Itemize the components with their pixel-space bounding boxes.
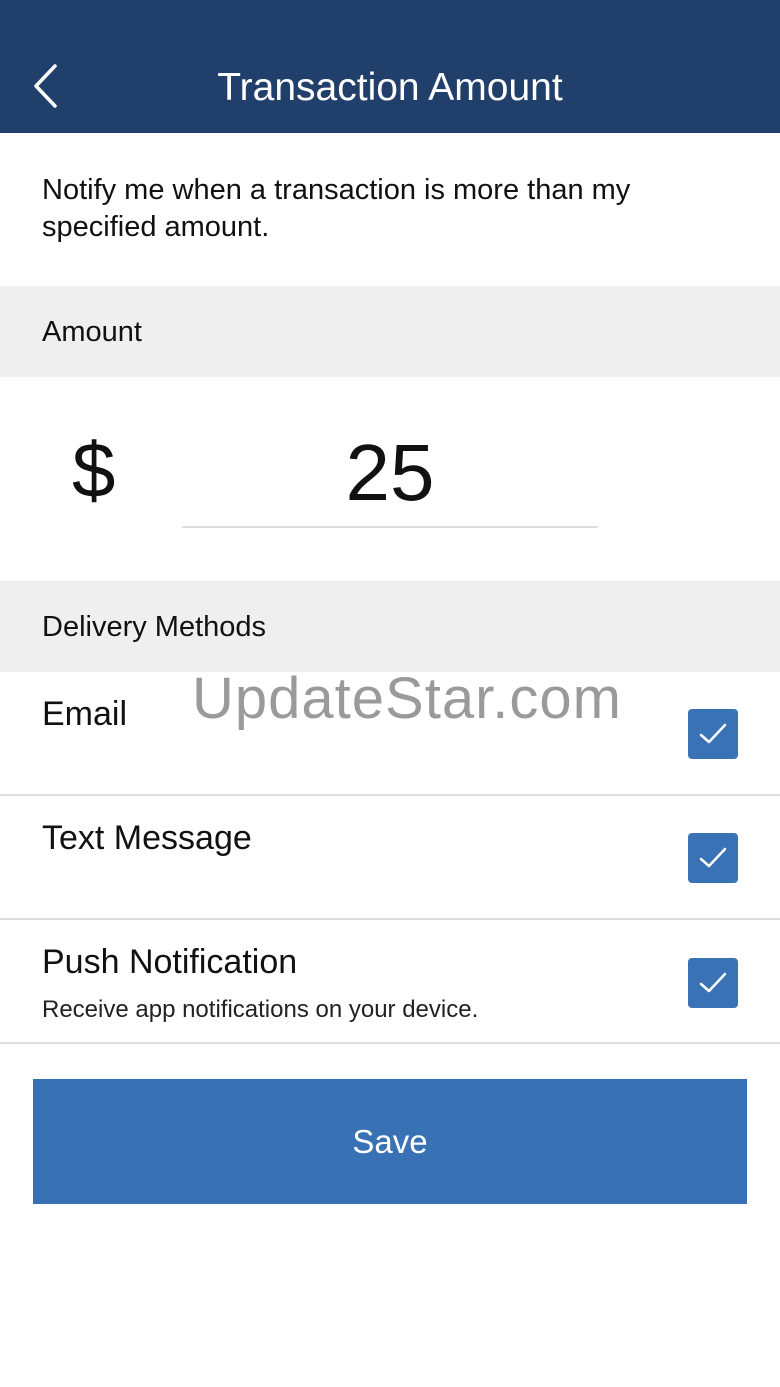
delivery-section-header: Delivery Methods	[0, 581, 780, 672]
delivery-row-push-notification[interactable]: Push Notification Receive app notificati…	[0, 920, 780, 1044]
top-nav-bar: Transaction Amount	[0, 0, 780, 133]
text-message-label: Text Message	[42, 819, 252, 857]
push-notification-description: Receive app notifications on your device…	[42, 996, 479, 1023]
watermark-text: UpdateStar.com	[192, 666, 622, 731]
amount-section-header: Amount	[0, 286, 780, 377]
delivery-section-label: Delivery Methods	[42, 611, 267, 643]
delivery-row-text-message[interactable]: Text Message	[0, 796, 780, 920]
intro-text: Notify me when a transaction is more tha…	[42, 174, 631, 243]
checkmark-icon	[699, 972, 727, 993]
amount-section-label: Amount	[42, 316, 142, 348]
checkmark-icon	[699, 847, 727, 868]
currency-symbol: $	[72, 426, 116, 514]
email-checkbox[interactable]	[688, 709, 738, 759]
page-title: Transaction Amount	[217, 66, 563, 109]
push-notification-checkbox[interactable]	[688, 958, 738, 1008]
text-message-checkbox[interactable]	[688, 833, 738, 883]
save-button[interactable]: Save	[33, 1079, 747, 1204]
checkmark-icon	[699, 723, 727, 744]
push-notification-label: Push Notification	[42, 943, 298, 981]
amount-input[interactable]	[182, 420, 598, 528]
email-label: Email	[42, 695, 128, 733]
